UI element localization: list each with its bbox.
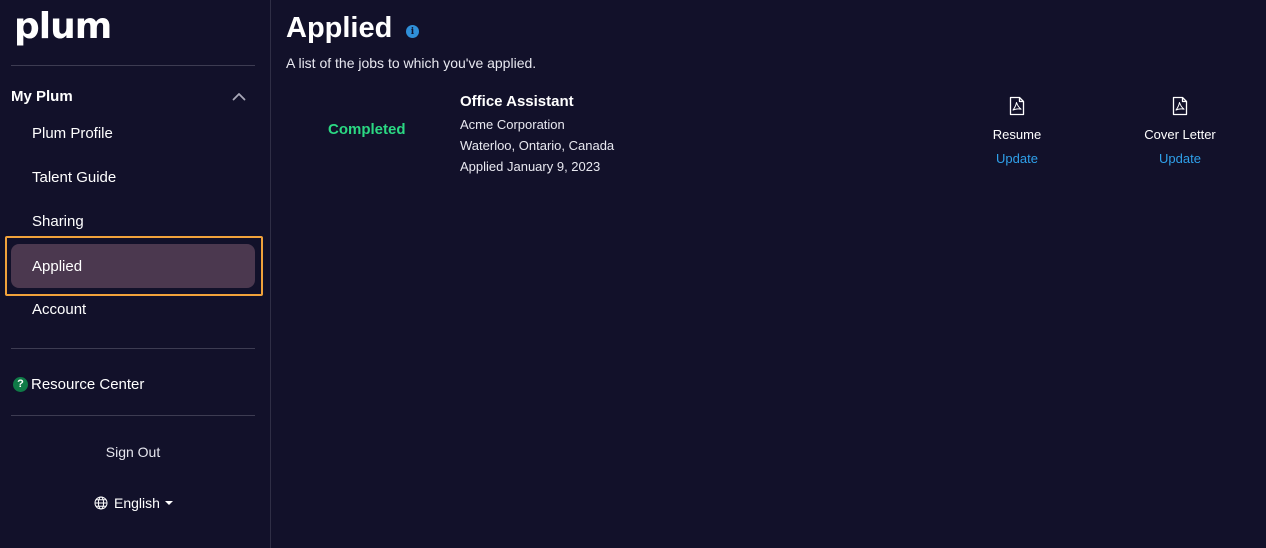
sidebar-item-account[interactable]: Account bbox=[11, 287, 255, 331]
caret-down-icon bbox=[164, 501, 173, 505]
plum-logo[interactable]: plum bbox=[14, 6, 112, 47]
resume-label: Resume bbox=[992, 127, 1042, 142]
status-badge: Completed bbox=[328, 121, 406, 138]
sidebar-item-plum-profile[interactable]: Plum Profile bbox=[11, 111, 255, 155]
cover-letter-label: Cover Letter bbox=[1144, 127, 1216, 142]
pdf-file-icon bbox=[1120, 96, 1240, 121]
pdf-file-icon bbox=[957, 96, 1077, 121]
resource-center-link[interactable]: ? Resource Center bbox=[13, 372, 144, 396]
chevron-up-icon[interactable] bbox=[229, 86, 249, 106]
applied-date: Applied January 9, 2023 bbox=[460, 159, 601, 174]
company-name: Acme Corporation bbox=[460, 117, 565, 132]
cover-letter-document: Cover Letter Update bbox=[1120, 96, 1240, 166]
cover-letter-update-link[interactable]: Update bbox=[1120, 151, 1240, 166]
my-plum-section-toggle[interactable]: My Plum bbox=[11, 84, 255, 108]
section-title: My Plum bbox=[11, 87, 73, 105]
page-title: Applied bbox=[286, 12, 393, 44]
sidebar-item-talent-guide[interactable]: Talent Guide bbox=[11, 155, 255, 199]
sidebar-divider bbox=[11, 415, 255, 416]
language-label: English bbox=[114, 495, 160, 511]
sign-out-button[interactable]: Sign Out bbox=[0, 444, 266, 460]
resume-update-link[interactable]: Update bbox=[957, 151, 1077, 166]
main-content: Applied i A list of the jobs to which yo… bbox=[286, 0, 1266, 548]
resource-center-label: Resource Center bbox=[31, 375, 145, 393]
sidebar-item-applied[interactable]: Applied bbox=[11, 244, 255, 288]
sidebar-item-sharing[interactable]: Sharing bbox=[11, 199, 255, 243]
job-location: Waterloo, Ontario, Canada bbox=[460, 138, 615, 153]
info-icon[interactable]: i bbox=[406, 25, 419, 38]
sidebar-divider bbox=[11, 348, 255, 349]
sidebar-divider bbox=[11, 65, 255, 66]
language-selector[interactable]: English bbox=[94, 493, 173, 513]
page-subtitle: A list of the jobs to which you've appli… bbox=[286, 55, 537, 71]
job-title: Office Assistant bbox=[460, 93, 574, 110]
resume-document: Resume Update bbox=[957, 96, 1077, 166]
question-circle-icon: ? bbox=[13, 376, 28, 392]
sidebar: plum My Plum Plum Profile Talent Guide S… bbox=[0, 0, 271, 548]
globe-icon bbox=[94, 496, 108, 510]
